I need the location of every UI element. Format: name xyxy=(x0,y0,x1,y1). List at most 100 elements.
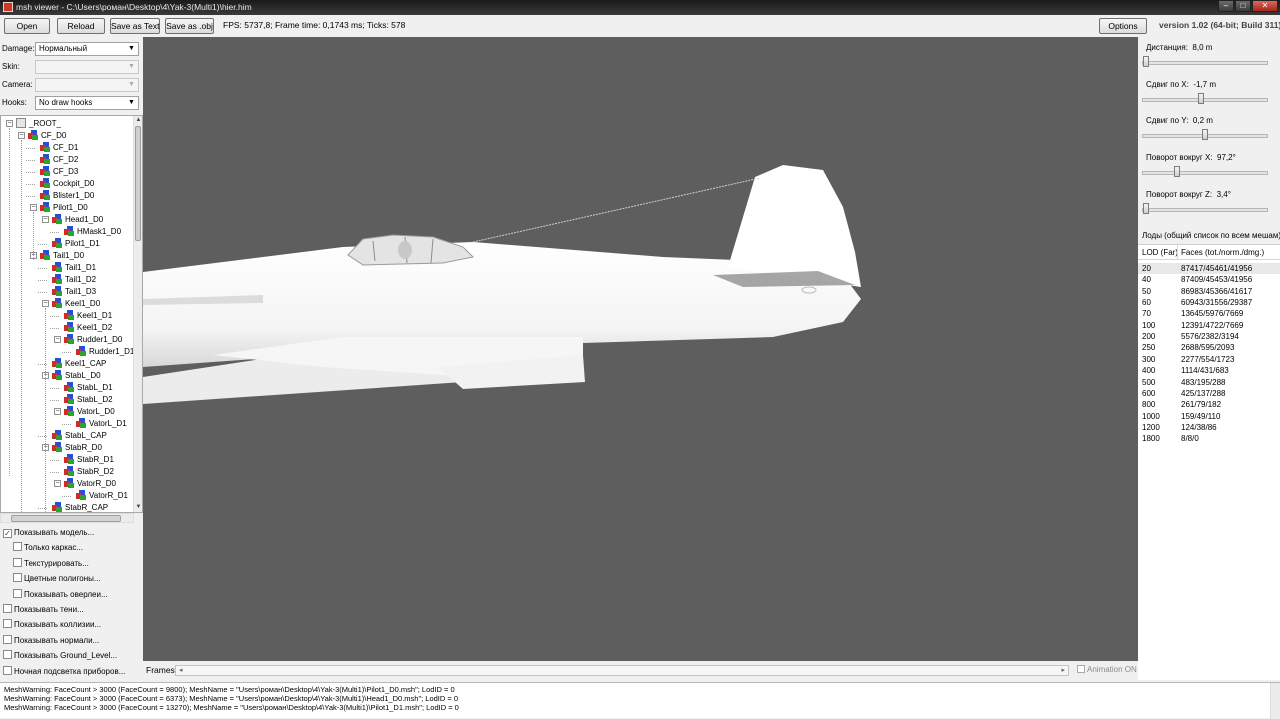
slider-thumb[interactable] xyxy=(1143,202,1149,214)
lod-row[interactable]: 1000 159/49/110 xyxy=(1138,411,1280,422)
tree-node[interactable]: CF_D1 xyxy=(40,142,78,154)
option-checkbox[interactable]: Текстурировать... xyxy=(13,557,89,570)
tree-expand-toggle[interactable]: − xyxy=(42,216,49,223)
tree-node[interactable]: Keel1_D2 xyxy=(64,322,112,334)
lod-col-header[interactable]: LOD (Far) xyxy=(1142,248,1178,257)
minimize-button[interactable]: – xyxy=(1218,0,1234,12)
option-checkbox[interactable]: Показывать нормали... xyxy=(3,634,99,647)
tree-node[interactable]: StabR_D2 xyxy=(64,466,114,478)
option-checkbox[interactable]: Только каркас... xyxy=(13,542,83,554)
tree-node[interactable]: Pilot1_D0 xyxy=(40,202,88,214)
tree-node[interactable]: Tail1_D0 xyxy=(40,250,84,262)
close-button[interactable]: ✕ xyxy=(1252,0,1278,12)
scroll-up-icon[interactable]: ▲ xyxy=(134,116,142,125)
maximize-button[interactable]: □ xyxy=(1235,0,1251,12)
skin-select[interactable]: ▼ xyxy=(35,60,139,74)
tree-node[interactable]: Tail1_D2 xyxy=(52,274,96,286)
lod-row[interactable]: 50 86983/45366/41617 xyxy=(1138,286,1280,297)
save-as-obj-button[interactable]: Save as .obj xyxy=(165,18,214,34)
camera-select[interactable]: ▼ xyxy=(35,78,139,92)
tree-node[interactable]: VatorL_D0 xyxy=(64,406,115,418)
tree-horizontal-scrollbar[interactable] xyxy=(0,513,134,523)
slider-thumb[interactable] xyxy=(1143,56,1149,67)
scroll-down-icon[interactable]: ▼ xyxy=(134,503,142,512)
tree-expand-toggle[interactable]: − xyxy=(18,132,25,139)
tree-expand-toggle[interactable]: − xyxy=(42,300,49,307)
option-checkbox[interactable]: ✓ Показывать модель... xyxy=(3,527,94,539)
lod-table[interactable]: LOD (Far) Faces (tot./norm./dmg.) 20 8741… xyxy=(1138,244,1280,680)
option-checkbox[interactable]: Показывать Ground_Level... xyxy=(3,650,117,662)
chevron-left-icon[interactable]: ◂ xyxy=(179,666,183,675)
tree-node[interactable]: StabL_CAP xyxy=(52,430,107,442)
tree-node[interactable]: StabL_D1 xyxy=(64,382,113,394)
tree-node[interactable]: Keel1_D1 xyxy=(64,310,112,322)
tree-node[interactable]: Blister1_D0 xyxy=(40,190,94,202)
lod-row[interactable]: 1800 8/8/0 xyxy=(1138,433,1280,444)
tree-node[interactable]: Keel1_D0 xyxy=(52,298,100,310)
slider-thumb[interactable] xyxy=(1202,129,1208,141)
tree-node[interactable]: _ROOT_ xyxy=(16,118,61,130)
tree-node[interactable]: StabR_CAP xyxy=(52,502,108,512)
tree-node[interactable]: Pilot1_D1 xyxy=(52,238,100,250)
tree-expand-toggle[interactable]: − xyxy=(6,120,13,127)
damage-select[interactable]: Нормальный ▼ xyxy=(35,42,139,56)
tree-scroll-thumb[interactable] xyxy=(135,126,141,241)
tree-expand-toggle[interactable]: − xyxy=(54,336,61,343)
lod-row[interactable]: 600 425/137/288 xyxy=(1138,388,1280,399)
lod-row[interactable]: 300 2277/554/1723 xyxy=(1138,354,1280,365)
slider-track[interactable] xyxy=(1142,97,1268,102)
chevron-right-icon[interactable]: ▸ xyxy=(1061,666,1065,675)
tree-vertical-scrollbar[interactable]: ▲ ▼ xyxy=(133,116,142,512)
slider-thumb[interactable] xyxy=(1198,92,1204,104)
option-checkbox[interactable]: Ночная подсветка приборов... xyxy=(3,665,125,678)
slider-thumb[interactable] xyxy=(1174,166,1180,178)
lod-row[interactable]: 60 60943/31556/29387 xyxy=(1138,297,1280,308)
lod-row[interactable]: 40 87409/45453/41956 xyxy=(1138,274,1280,285)
tree-expand-toggle[interactable]: − xyxy=(30,204,37,211)
option-checkbox[interactable]: Показывать оверлеи... xyxy=(13,588,108,601)
tree-node[interactable]: VatorL_D1 xyxy=(76,418,127,430)
lod-row[interactable]: 400 1114/431/683 xyxy=(1138,365,1280,376)
frames-slider[interactable]: ◂ ▸ xyxy=(175,665,1069,676)
lod-row[interactable]: 20 87417/45461/41956 xyxy=(1138,263,1280,274)
tree-node[interactable]: Keel1_CAP xyxy=(52,358,106,370)
tree-node[interactable]: Rudder1_D0 xyxy=(64,334,122,346)
tree-node[interactable]: Tail1_D3 xyxy=(52,286,96,298)
tree-node[interactable]: StabR_D0 xyxy=(52,442,102,454)
tree-node[interactable]: CF_D3 xyxy=(40,166,78,178)
mesh-tree[interactable]: − _ROOT_ − CF_D0 CF_D1 CF_D2 CF_D3 Cockpit_D0 Bl… xyxy=(0,115,143,513)
save-as-text-button[interactable]: Save as Text xyxy=(110,18,160,34)
slider-track[interactable] xyxy=(1142,207,1268,212)
slider-track[interactable] xyxy=(1142,171,1268,176)
tree-node[interactable]: CF_D2 xyxy=(40,154,78,166)
tree-node[interactable]: Rudder1_D1 xyxy=(76,346,134,358)
tree-node[interactable]: CF_D0 xyxy=(28,130,66,142)
tree-node[interactable]: VatorR_D1 xyxy=(76,490,128,502)
tree-node[interactable]: Head1_D0 xyxy=(52,214,103,226)
tree-node[interactable]: HMask1_D0 xyxy=(64,226,121,238)
tree-node[interactable]: StabR_D1 xyxy=(64,454,114,466)
tree-node[interactable]: VatorR_D0 xyxy=(64,478,116,490)
options-button[interactable]: Options xyxy=(1099,18,1147,34)
reload-button[interactable]: Reload xyxy=(57,18,105,34)
tree-node[interactable]: StabL_D2 xyxy=(64,394,113,406)
slider-track[interactable] xyxy=(1142,61,1268,65)
option-checkbox[interactable]: Показывать тени... xyxy=(3,604,84,616)
lod-row[interactable]: 100 12391/4722/7669 xyxy=(1138,320,1280,331)
tree-node[interactable]: Cockpit_D0 xyxy=(40,178,94,190)
lod-row[interactable]: 70 13645/5976/7669 xyxy=(1138,308,1280,319)
hooks-select[interactable]: No draw hooks ▼ xyxy=(35,96,139,110)
lod-row[interactable]: 250 2688/595/2093 xyxy=(1138,342,1280,353)
option-checkbox[interactable]: Показывать коллизии... xyxy=(3,619,101,631)
log-scrollbar[interactable] xyxy=(1270,683,1280,719)
open-button[interactable]: Open xyxy=(4,18,50,34)
tree-node[interactable]: Tail1_D1 xyxy=(52,262,96,274)
lod-row[interactable]: 1200 124/38/86 xyxy=(1138,422,1280,433)
tree-expand-toggle[interactable]: − xyxy=(54,408,61,415)
tree-hscroll-thumb[interactable] xyxy=(11,515,121,522)
tree-node[interactable]: StabL_D0 xyxy=(52,370,101,382)
lod-row[interactable]: 800 261/79/182 xyxy=(1138,399,1280,410)
faces-col-header[interactable]: Faces (tot./norm./dmg.) xyxy=(1181,248,1264,257)
3d-viewport[interactable] xyxy=(143,37,1138,661)
lod-row[interactable]: 200 5576/2382/3194 xyxy=(1138,331,1280,342)
